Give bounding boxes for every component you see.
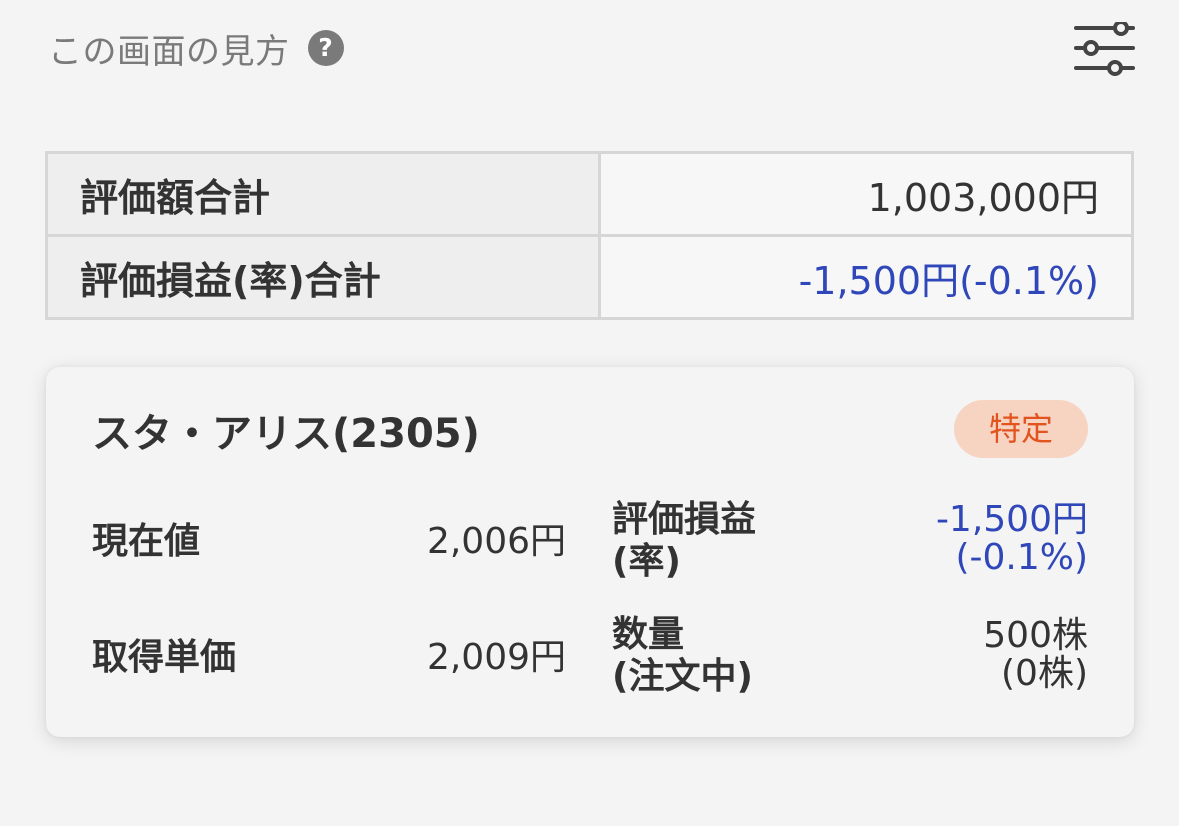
pl-value-rate: (-0.1%) [955, 537, 1088, 578]
top-bar: この画面の見方 ? [48, 20, 1135, 78]
avg-cost-label: 取得単価 [92, 637, 237, 678]
pl-value: -1,500円 (-0.1%) [848, 501, 1088, 577]
howto-link[interactable]: この画面の見方 ? [48, 22, 344, 74]
howto-label: この画面の見方 [48, 31, 290, 72]
qty-label: 数量 (注文中) [612, 614, 753, 698]
holdings-screen: { "header": { "howto_label": "この画面の見方", … [0, 0, 1179, 826]
holding-card[interactable]: スタ・アリス(2305) 特定 現在値 2,006円 評価損益 (率) -1,5… [46, 367, 1134, 737]
qty-label-line2: (注文中) [612, 656, 753, 697]
total-pl-value: -1,500円(-0.1%) [598, 234, 1134, 320]
sliders-settings-icon[interactable] [1073, 20, 1135, 76]
summary-row-total-pl: 評価損益(率)合計 -1,500円(-0.1%) [45, 234, 1134, 320]
avg-cost-value: 2,009円 [426, 637, 566, 678]
stock-name: スタ・アリス(2305) [92, 411, 480, 457]
account-type-badge: 特定 [954, 400, 1088, 458]
question-circle-icon: ? [307, 30, 344, 66]
summary-row-total-value: 評価額合計 1,003,000円 [45, 151, 1134, 237]
qty-value: 500株 (0株) [848, 617, 1088, 693]
summary-table: 評価額合計 1,003,000円 評価損益(率)合計 -1,500円(-0.1%… [45, 151, 1134, 320]
current-price-value: 2,006円 [426, 521, 566, 562]
pl-label-line1: 評価損益 [612, 499, 757, 540]
total-pl-label: 評価損益(率)合計 [45, 234, 601, 320]
qty-value-pending: (0株) [1001, 653, 1088, 694]
pl-label-line2: (率) [612, 541, 681, 582]
qty-label-line1: 数量 [612, 614, 685, 655]
pl-value-amount: -1,500円 [935, 499, 1088, 540]
pl-label: 評価損益 (率) [612, 499, 756, 583]
current-price-label: 現在値 [92, 521, 201, 562]
total-value: 1,003,000円 [598, 151, 1134, 237]
total-value-label: 評価額合計 [45, 151, 601, 237]
qty-value-shares: 500株 [983, 615, 1088, 656]
